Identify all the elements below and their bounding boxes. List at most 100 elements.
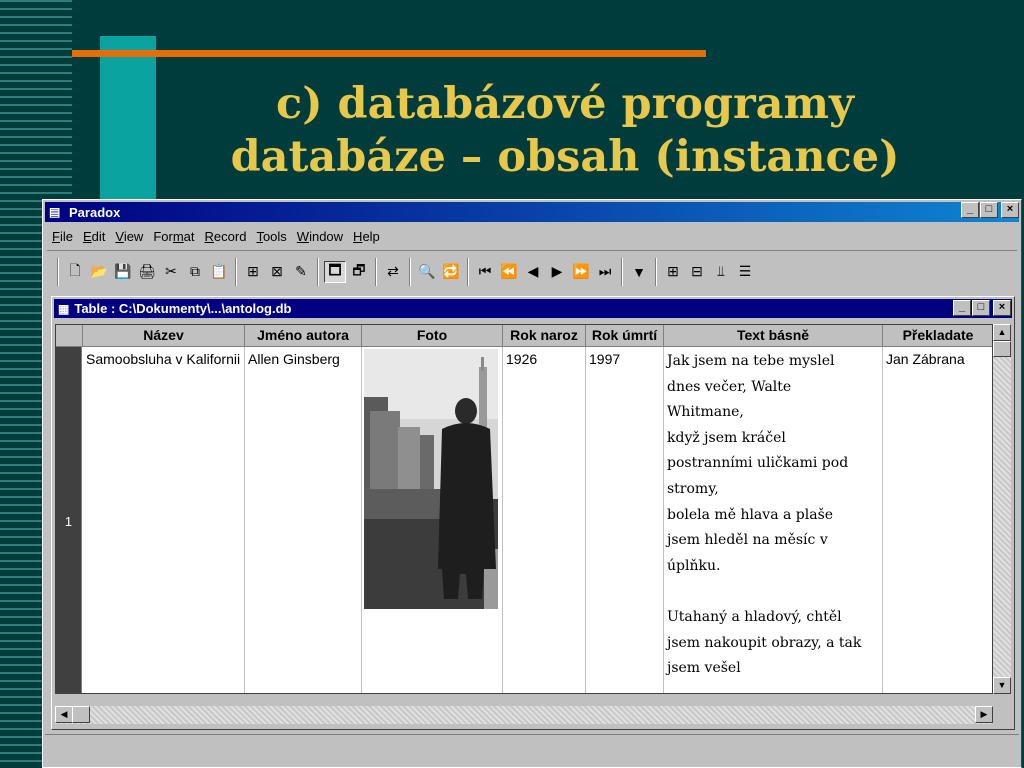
paradox-window: ▤ Paradox _ □ × File Edit View Format Re… [42,199,1022,768]
poem-line: Jak jsem na tebe myslel [667,353,835,369]
menu-record[interactable]: Record [200,229,252,244]
toolbar-separator [467,257,469,286]
column-header-rok-umrti[interactable]: Rok úmrtí [586,325,664,347]
expert-icon[interactable]: ✎ [290,261,312,283]
cell-prekladatel[interactable]: Jan Zábrana [883,347,992,693]
cell-text-basne[interactable]: Jak jsem na tebe myslel dnes večer, Walt… [664,347,883,693]
table-window-title: Table : C:\Dokumenty\...\antolog.db [74,301,292,316]
data-grid[interactable]: Název Jméno autora Foto Rok naroz Rok úm… [55,324,993,694]
poem-line: dnes večer, Walte [667,378,792,395]
poem-line: bolela mě hlava a plaše [667,506,834,523]
vertical-scrollbar[interactable]: ▲ ▼ [993,324,1011,694]
previous-record-icon[interactable]: ◀ [522,261,544,283]
new-table-icon[interactable]: ⊞ [662,261,684,283]
new-chart-icon[interactable]: ⫫ [710,261,732,283]
horizontal-scrollbar[interactable]: ◀ ▶ [55,706,993,724]
column-header-prekladatel[interactable]: Překladate [883,325,992,347]
menu-edit[interactable]: Edit [78,229,110,244]
poem-line: úplňku. [667,557,721,574]
table-window-title-bar[interactable]: ▦ Table : C:\Dokumenty\...\antolog.db [54,299,1012,318]
column-header-rok-narozeni[interactable]: Rok naroz [503,325,586,347]
replace-icon[interactable]: 🔁 [440,261,462,283]
table-icon: ▦ [58,301,70,316]
menu-window[interactable]: Window [292,229,348,244]
toolbar-separator [375,257,377,286]
window-controls: _ □ × [961,202,1019,218]
maximize-button[interactable]: □ [980,202,998,218]
scroll-right-icon[interactable]: ▶ [975,706,993,723]
copy-icon[interactable]: ⧉ [184,261,206,283]
toolbar-grip [57,257,59,286]
column-header-foto[interactable]: Foto [362,325,503,347]
row-header[interactable]: 1 [56,347,82,693]
new-report-icon[interactable]: ☰ [734,261,756,283]
toolbar: 🗋 📂 💾 🖨 ✂ ⧉ 📋 ⊞ ⊠ ✎ 🗖 🗗 ⇄ 🔍 🔁 ⏮ ⏪ ◀ ▶ ⏩ … [47,250,1017,292]
menu-format[interactable]: Format [148,229,199,244]
design-icon[interactable]: ⊞ [242,261,264,283]
close-button[interactable]: × [1001,202,1019,218]
minimize-button[interactable]: _ [961,202,979,218]
print-icon[interactable]: 🖨 [136,261,158,283]
poem-line: jsem vešel [667,660,741,677]
field-view-icon[interactable]: ⇄ [382,261,404,283]
new-form-icon[interactable]: ⊟ [686,261,708,283]
poem-line: jsem nakoupit obrazy, a tak [667,634,862,651]
column-header-text[interactable]: Text básně [664,325,883,347]
scroll-down-icon[interactable]: ▼ [993,677,1011,694]
edit-data-icon[interactable]: 🗗 [348,261,370,283]
author-photo [364,349,498,609]
table-close-button[interactable]: × [993,300,1011,316]
corner-header [56,325,83,347]
column-header-autor[interactable]: Jméno autora [245,325,362,347]
menu-help[interactable]: Help [348,229,385,244]
slide-title-line2: databáze – obsah (instance) [230,132,900,182]
last-record-icon[interactable]: ⏭ [594,261,616,283]
poem-line: jsem hleděl na měsíc v [667,532,828,549]
slide-title: c) databázové programy databáze – obsah … [160,78,970,184]
menu-tools[interactable]: Tools [251,229,291,244]
app-title: Paradox [69,204,121,220]
filter-icon[interactable]: ▼ [628,261,650,283]
cell-rok-narozeni[interactable]: 1926 [503,347,586,693]
slide-title-line1: c) databázové programy [276,79,854,129]
new-icon[interactable]: 🗋 [64,261,86,283]
poem-line: Whitmane, [667,404,744,421]
menu-view[interactable]: View [110,229,148,244]
first-record-icon[interactable]: ⏮ [474,261,496,283]
next-record-icon[interactable]: ▶ [546,261,568,283]
table-window: ▦ Table : C:\Dokumenty\...\antolog.db _ … [51,296,1015,730]
cell-autor[interactable]: Allen Ginsberg [245,347,362,693]
cell-foto[interactable] [362,347,503,693]
paste-icon[interactable]: 📋 [208,261,230,283]
toolbar-separator [409,257,411,286]
query-icon[interactable]: ⊠ [266,261,288,283]
cell-rok-umrti[interactable]: 1997 [586,347,664,693]
slide-teal-bar [100,36,156,206]
previous-set-icon[interactable]: ⏪ [498,261,520,283]
scroll-up-icon[interactable]: ▲ [993,324,1011,341]
menu-bar: File Edit View Format Record Tools Windo… [47,225,385,247]
menu-file[interactable]: File [47,229,78,244]
cut-icon[interactable]: ✂ [160,261,182,283]
poem-line: stromy, [667,480,719,497]
scroll-left-icon[interactable]: ◀ [55,706,73,723]
scroll-thumb[interactable] [993,341,1011,357]
next-set-icon[interactable]: ⏩ [570,261,592,283]
title-bar[interactable]: ▤ Paradox [45,202,1019,222]
table-window-controls: _ □ × [953,300,1011,316]
view-data-icon[interactable]: 🗖 [324,260,346,283]
cell-nazev[interactable]: Samoobsluha v Kalifornii [83,347,245,693]
save-icon[interactable]: 💾 [112,261,134,283]
status-bar [45,734,1019,766]
column-header-nazev[interactable]: Název [83,325,245,347]
poem-line [667,579,879,605]
poem-line: postranními uličkami pod [667,455,849,472]
find-icon[interactable]: 🔍 [416,261,438,283]
table-minimize-button[interactable]: _ [953,300,971,316]
table-maximize-button[interactable]: □ [972,300,990,316]
horizontal-scroll-thumb[interactable] [72,706,90,723]
poem-line: když jsem kráčel [667,429,786,446]
open-icon[interactable]: 📂 [88,261,110,283]
slide-orange-line [72,50,706,57]
poem-line: Utahaný a hladový, chtěl [667,608,842,625]
